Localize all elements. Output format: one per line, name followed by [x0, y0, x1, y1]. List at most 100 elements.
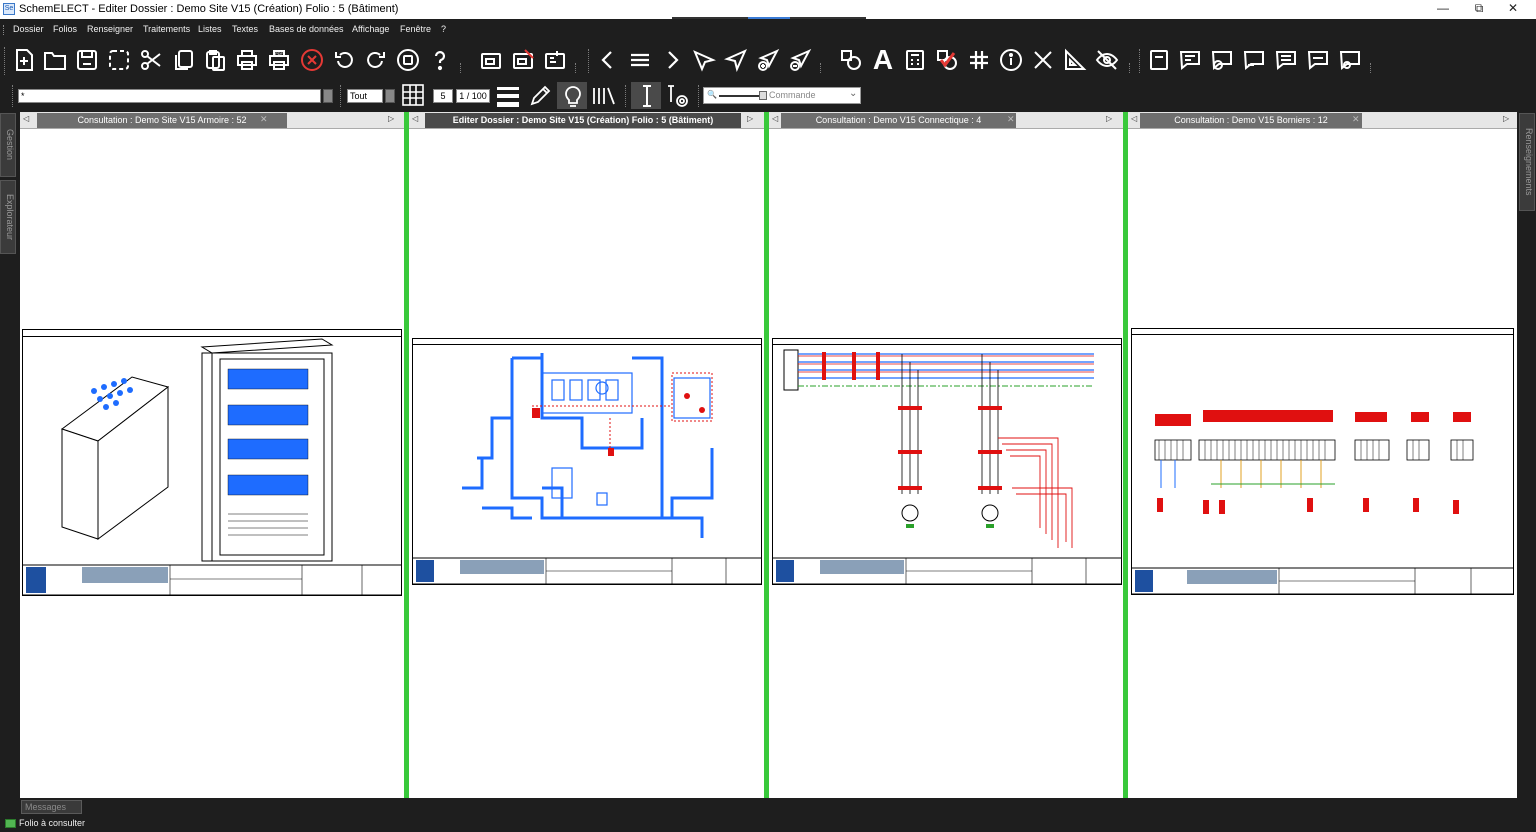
bulb-icon[interactable] — [561, 84, 585, 108]
side-tab-explorateur[interactable]: Explorateur — [0, 180, 16, 254]
comment-5-icon[interactable] — [1304, 45, 1332, 75]
folio-delete-icon[interactable] — [509, 45, 537, 75]
pdf-icon[interactable]: PDF — [265, 45, 293, 75]
menu-listes[interactable]: Listes — [198, 24, 222, 34]
menu-folios[interactable]: Folios — [53, 24, 77, 34]
tab-editer-batiment[interactable]: Editer Dossier : Demo Site V15 (Création… — [425, 113, 741, 128]
folio-attributes-icon[interactable] — [541, 45, 569, 75]
previous-icon[interactable] — [594, 45, 622, 75]
side-tab-gestion[interactable]: Gestion — [0, 113, 16, 177]
grid-hash-icon[interactable] — [965, 45, 993, 75]
comment-3-icon[interactable] — [1240, 45, 1268, 75]
panel-armoire[interactable]: ◁ Consultation : Demo Site V15 Armoire :… — [20, 112, 404, 798]
folio-icon[interactable] — [477, 45, 505, 75]
close-button[interactable]: ✕ — [1490, 0, 1536, 19]
menu-help[interactable]: ? — [441, 24, 446, 34]
command-input[interactable]: Commande — [769, 90, 816, 100]
cable-bundle-icon[interactable] — [591, 84, 617, 108]
undo-icon[interactable] — [330, 45, 358, 75]
info-icon[interactable] — [997, 45, 1025, 75]
menu-icon[interactable] — [626, 45, 654, 75]
measure-icon[interactable] — [1061, 45, 1089, 75]
cancel-icon[interactable] — [298, 45, 326, 75]
filter-dropdown-button[interactable] — [385, 89, 395, 103]
tab-scroll-left-icon[interactable]: ◁ — [23, 114, 29, 123]
document-icon[interactable] — [1145, 45, 1173, 75]
drawing-connectique — [772, 338, 1122, 585]
toolbar-separator — [625, 85, 627, 107]
comment-2-icon[interactable] — [1208, 45, 1236, 75]
command-slider[interactable] — [719, 95, 759, 97]
navigate-icon[interactable] — [722, 45, 750, 75]
save-icon[interactable] — [73, 45, 101, 75]
new-file-icon[interactable] — [10, 45, 38, 75]
select-area-icon[interactable] — [105, 45, 133, 75]
tab-scroll-left-icon[interactable]: ◁ — [412, 114, 418, 123]
tab-consultation-connectique[interactable]: Consultation : Demo V15 Connectique : 4 — [781, 113, 1016, 128]
comment-4-icon[interactable] — [1272, 45, 1300, 75]
messages-button[interactable]: Messages — [21, 800, 82, 814]
settings-icon[interactable] — [666, 84, 692, 108]
pointer-icon[interactable] — [690, 45, 718, 75]
stop-icon[interactable] — [394, 45, 422, 75]
tab-scroll-right-icon[interactable]: ▷ — [388, 114, 394, 123]
tab-scroll-left-icon[interactable]: ◁ — [1131, 114, 1137, 123]
tab-close-icon[interactable]: ✕ — [1352, 114, 1360, 125]
drawing-armoire — [22, 329, 402, 596]
text-icon[interactable]: A — [869, 45, 897, 75]
tab-scroll-right-icon[interactable]: ▷ — [747, 114, 753, 123]
menu-textes[interactable]: Textes — [232, 24, 258, 34]
tab-close-icon[interactable]: ✕ — [260, 114, 268, 125]
copy-icon[interactable] — [169, 45, 197, 75]
print-icon[interactable] — [233, 45, 261, 75]
panel-borniers[interactable]: ◁ Consultation : Demo V15 Borniers : 12 … — [1128, 112, 1517, 798]
cut-icon[interactable] — [137, 45, 165, 75]
menu-dossier[interactable]: Dossier — [13, 24, 44, 34]
search-dropdown-button[interactable] — [323, 89, 333, 103]
tab-consultation-borniers[interactable]: Consultation : Demo V15 Borniers : 12 — [1140, 113, 1362, 128]
tab-scroll-right-icon[interactable]: ▷ — [1503, 114, 1509, 123]
line-weight-icon[interactable] — [496, 84, 520, 108]
calculator-icon[interactable] — [901, 45, 929, 75]
grid-size-input[interactable]: 5 — [433, 89, 453, 103]
redo-icon[interactable] — [362, 45, 390, 75]
command-dropdown-icon[interactable]: ⌄ — [849, 88, 857, 99]
validate-icon[interactable] — [933, 45, 961, 75]
toolbar-grip — [4, 47, 6, 75]
command-slider-thumb[interactable] — [759, 91, 767, 100]
menu-grip — [3, 25, 5, 35]
send-add-icon[interactable] — [754, 45, 782, 75]
tab-scroll-right-icon[interactable]: ▷ — [1106, 114, 1112, 123]
panel-batiment[interactable]: ◁ Editer Dossier : Demo Site V15 (Créati… — [409, 112, 764, 798]
comment-6-icon[interactable] — [1336, 45, 1364, 75]
side-tab-renseignements[interactable]: Renseignements — [1519, 113, 1535, 211]
insert-cursor-icon[interactable] — [635, 84, 659, 108]
menu-affichage[interactable]: Affichage — [352, 24, 389, 34]
help-icon[interactable] — [426, 45, 454, 75]
panel-connectique[interactable]: ◁ Consultation : Demo V15 Connectique : … — [769, 112, 1123, 798]
grid-icon[interactable] — [402, 84, 424, 106]
pencil-icon[interactable] — [528, 84, 552, 108]
open-folder-icon[interactable] — [41, 45, 69, 75]
menu-renseigner[interactable]: Renseigner — [87, 24, 133, 34]
scale-input[interactable]: 1 / 100 — [456, 89, 490, 103]
paste-icon[interactable] — [201, 45, 229, 75]
tab-scroll-left-icon[interactable]: ◁ — [772, 114, 778, 123]
command-box[interactable]: 🔍 Commande ⌄ — [703, 87, 861, 104]
comment-1-icon[interactable] — [1176, 45, 1204, 75]
tab-consultation-armoire[interactable]: Consultation : Demo Site V15 Armoire : 5… — [37, 113, 287, 128]
search-input[interactable]: * — [18, 89, 321, 103]
hide-icon[interactable] — [1093, 45, 1121, 75]
filter-input[interactable]: Tout — [347, 89, 383, 103]
send-remove-icon[interactable] — [786, 45, 814, 75]
shapes-icon[interactable] — [837, 45, 865, 75]
menu-bases-de-donnees[interactable]: Bases de données — [269, 24, 344, 34]
next-icon[interactable] — [658, 45, 686, 75]
toolbar-separator — [588, 49, 590, 73]
menu-fenetre[interactable]: Fenêtre — [400, 24, 431, 34]
drawing-batiment — [412, 338, 762, 585]
menu-traitements[interactable]: Traitements — [143, 24, 190, 34]
close-x-icon[interactable] — [1029, 45, 1057, 75]
tab-close-icon[interactable]: ✕ — [1007, 114, 1015, 125]
app-icon: Se — [3, 3, 15, 15]
